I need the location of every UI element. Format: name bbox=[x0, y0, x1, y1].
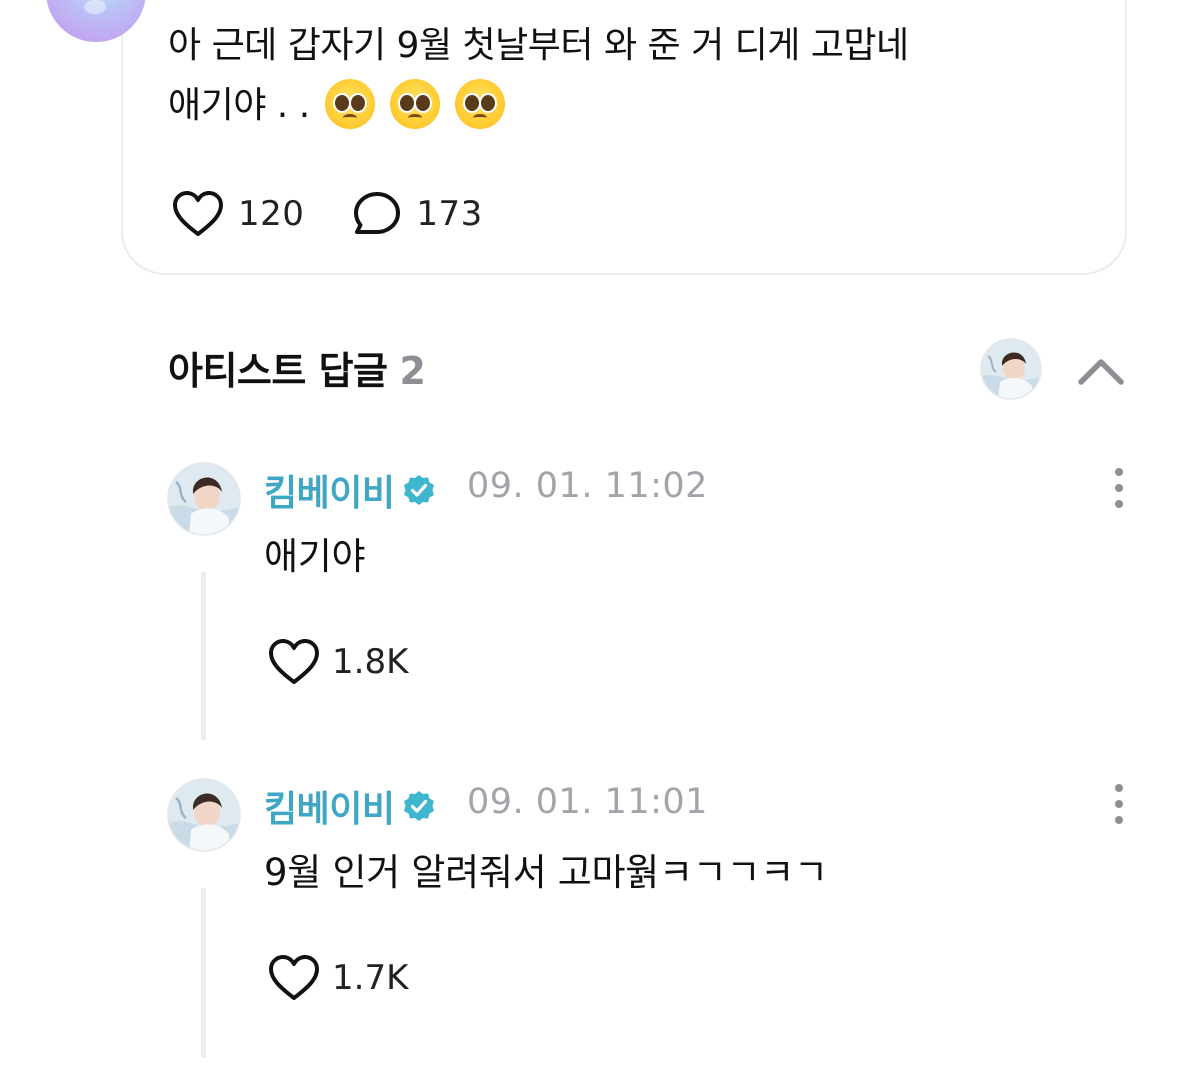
post-like-count: 120 bbox=[238, 194, 305, 234]
reply-author-name: 킴베이비 bbox=[264, 473, 395, 514]
pleading-face-emoji bbox=[324, 79, 375, 129]
reply-author-avatar[interactable] bbox=[167, 462, 241, 536]
reply-text: 9월 인거 알려줘서 고마웕ㅋㄱㄱㅋㄱ bbox=[264, 851, 828, 894]
post-like-button[interactable]: 120 bbox=[172, 190, 304, 238]
post-text-line-1: 아 근데 갑자기 9월 첫날부터 와 준 거 디게 고맙네 bbox=[168, 25, 909, 66]
reply-author-name-wrap[interactable]: 킴베이비 bbox=[264, 780, 436, 832]
verified-badge-icon bbox=[404, 791, 435, 821]
heart-icon bbox=[173, 191, 223, 236]
artist-replies-count: 2 bbox=[399, 349, 426, 393]
reply-like-count: 1.7K bbox=[332, 958, 409, 998]
thread-line bbox=[201, 572, 206, 740]
pleading-face-emoji bbox=[454, 79, 505, 129]
pleading-face-emoji bbox=[389, 79, 440, 129]
reply-author-name-wrap[interactable]: 킴베이비 bbox=[264, 464, 436, 516]
reply-author-name: 킴베이비 bbox=[264, 789, 395, 830]
post-text-line-2-wrap: 애기야 . . bbox=[168, 76, 1068, 136]
artist-replies-header: 아티스트 답글 2 bbox=[168, 340, 426, 395]
post-body: 아 근데 갑자기 9월 첫날부터 와 준 거 디게 고맙네 애기야 . . bbox=[168, 16, 1068, 136]
collapse-chevron-up-icon[interactable] bbox=[1076, 350, 1126, 390]
reply-like-button[interactable]: 1.8K bbox=[268, 638, 408, 686]
page: 아 근데 갑자기 9월 첫날부터 와 준 거 디게 고맙네 애기야 . . 12… bbox=[0, 0, 1179, 1079]
heart-icon bbox=[269, 639, 319, 684]
post-actions: 120 173 bbox=[172, 190, 483, 238]
reply-text: 애기야 bbox=[264, 535, 366, 578]
verified-badge-icon bbox=[404, 475, 435, 505]
reply-timestamp: 09. 01. 11:02 bbox=[467, 466, 708, 506]
reply-like-button[interactable]: 1.7K bbox=[268, 954, 408, 1002]
more-options-icon[interactable] bbox=[1104, 466, 1134, 510]
thread-line bbox=[201, 888, 206, 1058]
reply-like-count: 1.8K bbox=[332, 642, 409, 682]
post-comment-count: 173 bbox=[416, 194, 483, 234]
post-text-line-2: 애기야 . . bbox=[168, 85, 310, 126]
comment-bubble-icon bbox=[354, 192, 401, 234]
reply-author-avatar[interactable] bbox=[167, 778, 241, 852]
artist-avatar-small[interactable] bbox=[980, 338, 1042, 400]
reply-timestamp: 09. 01. 11:01 bbox=[467, 782, 708, 822]
artist-replies-title: 아티스트 답글 bbox=[168, 349, 388, 393]
post-comment-button[interactable]: 173 bbox=[352, 190, 482, 238]
more-options-icon[interactable] bbox=[1104, 782, 1134, 826]
heart-icon bbox=[269, 955, 319, 1000]
